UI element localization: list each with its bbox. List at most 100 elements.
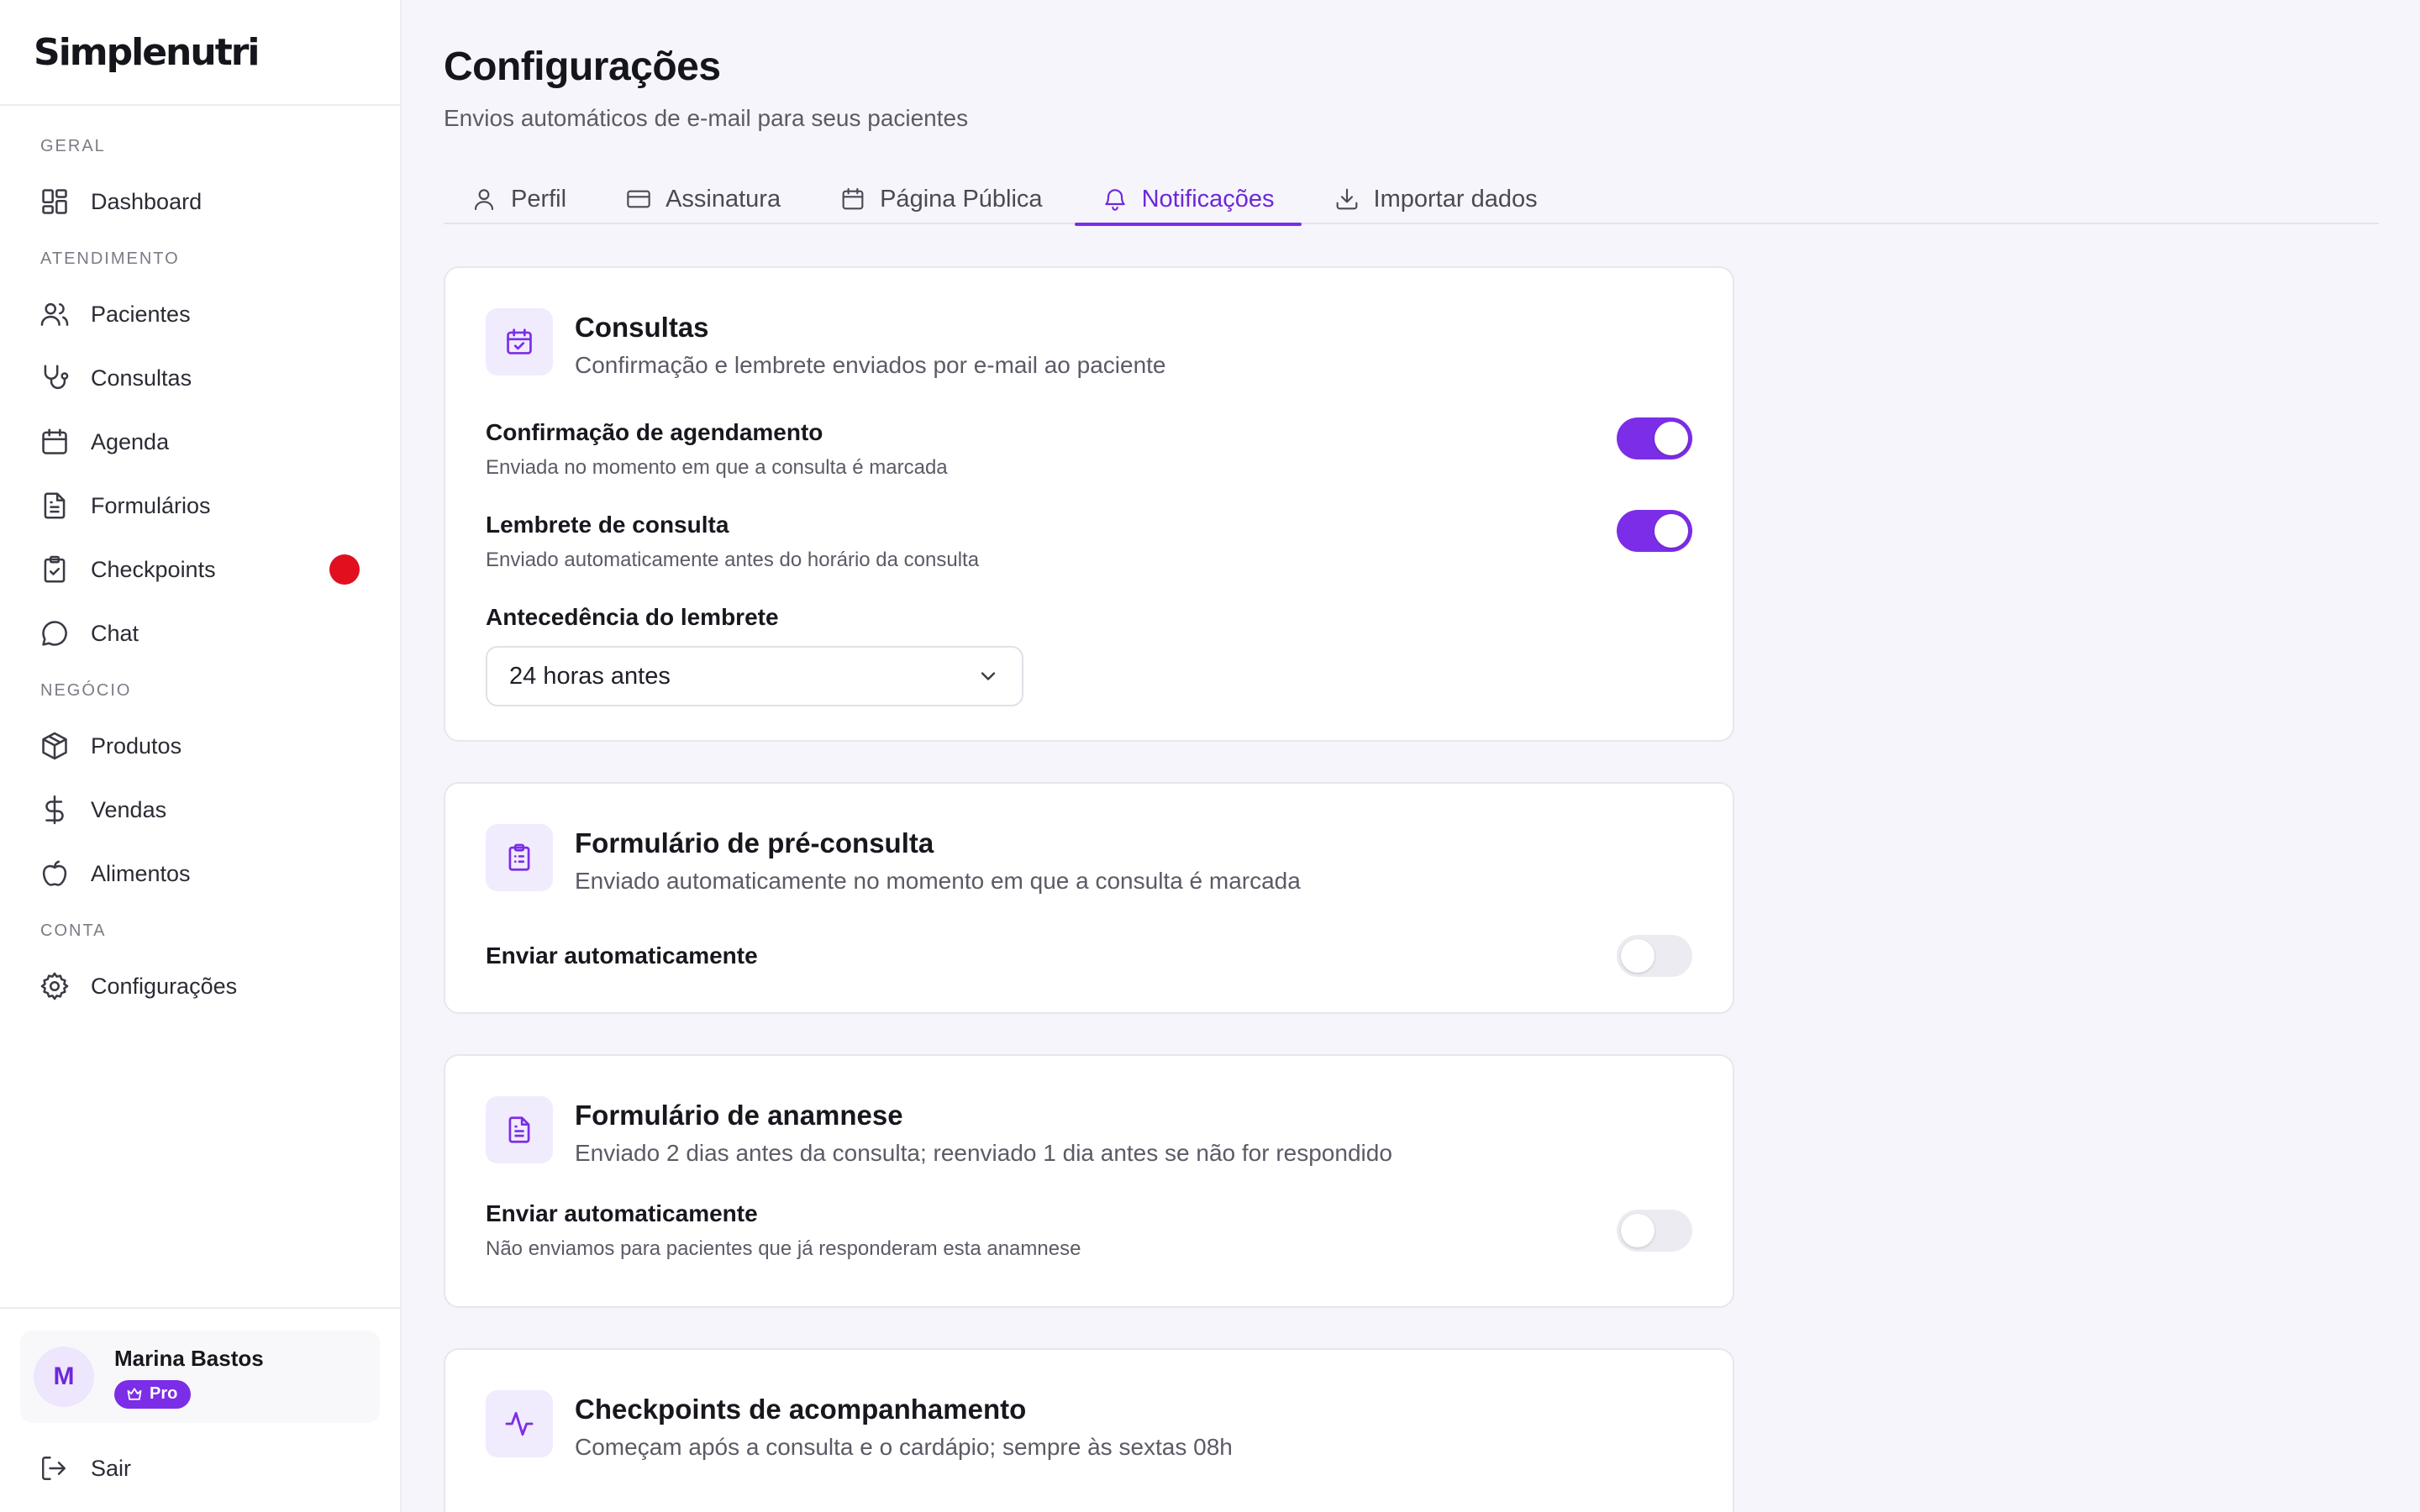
calendar-check-icon (507, 328, 532, 354)
plan-label: Pro (150, 1384, 178, 1403)
package-icon (39, 730, 71, 762)
sidebar-item-alimentos[interactable]: Alimentos (0, 842, 400, 906)
reminder-label: Antecedência do lembrete (486, 604, 779, 630)
clipboard-check-icon (39, 554, 71, 585)
user-area: M Marina Bastos Pro Sair (0, 1307, 400, 1512)
brand-name: Simplenutri (34, 30, 260, 74)
chevron-down-icon (981, 672, 996, 680)
sidebar-item-agenda[interactable]: Agenda (0, 410, 400, 474)
sidebar-item-produtos[interactable]: Produtos (0, 714, 400, 778)
card-header: Formulário de pré-consulta Enviado autom… (445, 784, 1733, 895)
sidebar-item-chat[interactable]: Chat (0, 601, 400, 665)
setting-title: Enviar automaticamente (486, 1200, 758, 1226)
card-titles: Formulário de anamnese Enviado 2 dias an… (575, 1096, 1392, 1167)
card-title: Checkpoints de acompanhamento (575, 1394, 1027, 1425)
user-card[interactable]: M Marina Bastos Pro (20, 1331, 380, 1423)
brand-logo[interactable]: Simplenutri (0, 0, 400, 106)
card-icon-box (486, 1096, 553, 1163)
toggle-knob (1655, 514, 1688, 548)
sidebar-item-label: Checkpoints (91, 556, 216, 582)
sidebar-item-label: Alimentos (91, 860, 191, 886)
sidebar-item-pacientes[interactable]: Pacientes (0, 282, 400, 346)
activity-icon (505, 1411, 534, 1436)
sidebar-item-label: Agenda (91, 428, 170, 454)
card-description: Começam após a consulta e o cardápio; se… (575, 1434, 1233, 1460)
tab-label: Assinatura (666, 185, 781, 213)
card-title: Formulário de pré-consulta (575, 827, 934, 858)
setting-text: Lembrete de consulta Enviado automaticam… (486, 512, 979, 572)
card-description: Enviado 2 dias antes da consulta; reenvi… (575, 1140, 1392, 1166)
setting-title: Enviar automaticamente (486, 942, 758, 969)
setting-pre-consulta-auto: Enviar automaticamente (445, 935, 1733, 977)
setting-lembrete: Lembrete de consulta Enviado automaticam… (445, 510, 1733, 572)
sidebar-item-consultas[interactable]: Consultas (0, 346, 400, 410)
reminder-select[interactable]: 24 horas antes (486, 646, 1023, 706)
sidebar-item-label: Formulários (91, 492, 211, 518)
calendar-icon (842, 187, 864, 210)
tab-label: Importar dados (1373, 185, 1538, 213)
tab-notificacoes[interactable]: Notificações (1074, 174, 1302, 226)
confirmacao-toggle[interactable] (1617, 417, 1692, 459)
bell-icon (1104, 189, 1125, 211)
tab-pagina-publica[interactable]: Página Pública (813, 174, 1069, 224)
logout-button[interactable]: Sair (39, 1450, 131, 1487)
consultas-card: Consultas Confirmação e lembrete enviado… (444, 266, 1734, 742)
sidebar-item-label: Vendas (91, 796, 167, 822)
card-title: Formulário de anamnese (575, 1100, 903, 1131)
card-icon-box (486, 824, 553, 891)
crown-icon (127, 1387, 142, 1400)
tab-assinatura[interactable]: Assinatura (598, 174, 808, 224)
notification-badge: 4 (329, 554, 360, 585)
setting-title: Lembrete de consulta (486, 512, 729, 538)
sidebar-item-checkpoints[interactable]: Checkpoints 4 (0, 538, 400, 601)
lembrete-toggle[interactable] (1617, 510, 1692, 552)
sidebar-item-label: Produtos (91, 732, 182, 759)
sidebar-item-label: Pacientes (91, 301, 191, 327)
setting-anamnese-auto: Enviar automaticamente Não enviamos para… (445, 1200, 1733, 1261)
anamnese-toggle[interactable] (1617, 1210, 1692, 1252)
settings-tabs: Perfil Assinatura Página Pública Notific… (444, 174, 2379, 226)
sidebar-item-configuracoes[interactable]: Configurações (0, 954, 400, 1018)
setting-title: Confirmação de agendamento (486, 419, 823, 445)
tab-label: Página Pública (880, 185, 1043, 213)
sidebar-nav: GERAL Dashboard ATENDIMENTO Pacientes Co… (0, 106, 400, 1018)
section-label-geral: GERAL (40, 137, 106, 155)
sidebar-item-dashboard[interactable]: Dashboard (0, 170, 400, 234)
section-label-negocio: NEGÓCIO (40, 681, 132, 700)
setting-description: Enviado automaticamente antes do horário… (486, 549, 980, 571)
section-label-conta: CONTA (40, 921, 107, 940)
apple-icon (39, 858, 71, 890)
tab-label: Notificações (1141, 185, 1275, 213)
sidebar-item-formularios[interactable]: Formulários (0, 474, 400, 538)
card-titles: Formulário de pré-consulta Enviado autom… (575, 824, 1301, 895)
card-header: Formulário de anamnese Enviado 2 dias an… (445, 1056, 1733, 1167)
pre-consulta-card: Formulário de pré-consulta Enviado autom… (444, 782, 1734, 1014)
sidebar-item-label: Chat (91, 620, 139, 646)
logout-icon (42, 1457, 66, 1480)
calendar-icon (39, 426, 71, 458)
dashboard-icon (39, 186, 71, 218)
avatar: M (34, 1347, 94, 1407)
card-icon-box (486, 1390, 553, 1457)
card-titles: Checkpoints de acompanhamento Começam ap… (575, 1390, 1233, 1461)
card-icon-box (486, 308, 553, 375)
toggle-knob (1621, 939, 1655, 973)
tab-perfil[interactable]: Perfil (444, 174, 593, 224)
checkpoints-card: Checkpoints de acompanhamento Começam ap… (444, 1348, 1734, 1512)
card-description: Confirmação e lembrete enviados por e-ma… (575, 352, 1166, 378)
gear-icon (39, 970, 71, 1002)
pre-consulta-toggle[interactable] (1617, 935, 1692, 977)
sidebar-item-vendas[interactable]: Vendas (0, 778, 400, 842)
dollar-icon (39, 794, 71, 826)
tab-importar-dados[interactable]: Importar dados (1307, 174, 1565, 224)
user-icon (474, 189, 494, 211)
toggle-knob (1621, 1214, 1655, 1247)
reminder-select-value: 24 horas antes (509, 662, 671, 690)
main-content: Configurações Envios automáticos de e-ma… (402, 0, 2420, 1512)
sidebar-item-label: Dashboard (91, 188, 203, 214)
section-label-atendimento: ATENDIMENTO (40, 249, 180, 268)
card-header: Consultas Confirmação e lembrete enviado… (445, 268, 1733, 379)
page-title: Configurações (444, 45, 721, 89)
tab-label: Perfil (511, 185, 567, 213)
setting-text: Confirmação de agendamento Enviada no mo… (486, 419, 948, 480)
